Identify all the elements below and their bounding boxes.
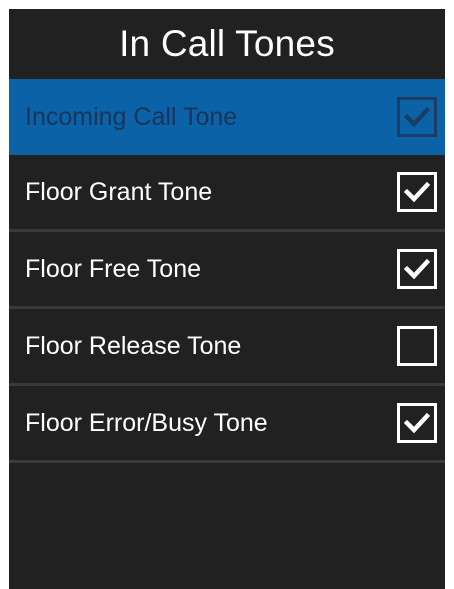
checkbox[interactable] bbox=[397, 403, 437, 443]
item-label: Floor Free Tone bbox=[25, 254, 202, 283]
list-item-floor-release-tone[interactable]: Floor Release Tone bbox=[9, 309, 445, 386]
checkbox[interactable] bbox=[397, 326, 437, 366]
item-label: Floor Error/Busy Tone bbox=[25, 408, 268, 437]
page-title: In Call Tones bbox=[119, 23, 335, 64]
tone-list: Incoming Call Tone Floor Grant Tone Floo… bbox=[9, 79, 445, 463]
checkmark-icon bbox=[403, 412, 431, 434]
in-call-tones-screen: In Call Tones Incoming Call Tone Floor G… bbox=[9, 9, 445, 589]
checkbox[interactable] bbox=[397, 97, 437, 137]
header: In Call Tones bbox=[9, 9, 445, 79]
checkmark-icon bbox=[403, 258, 431, 280]
list-item-incoming-call-tone[interactable]: Incoming Call Tone bbox=[9, 79, 445, 155]
list-item-floor-grant-tone[interactable]: Floor Grant Tone bbox=[9, 155, 445, 232]
checkbox[interactable] bbox=[397, 172, 437, 212]
item-label: Incoming Call Tone bbox=[25, 102, 238, 131]
checkmark-icon bbox=[403, 181, 431, 203]
item-label: Floor Grant Tone bbox=[25, 177, 213, 206]
list-item-floor-error-busy-tone[interactable]: Floor Error/Busy Tone bbox=[9, 386, 445, 463]
checkmark-icon bbox=[403, 106, 431, 128]
item-label: Floor Release Tone bbox=[25, 331, 242, 360]
list-item-floor-free-tone[interactable]: Floor Free Tone bbox=[9, 232, 445, 309]
checkbox[interactable] bbox=[397, 249, 437, 289]
